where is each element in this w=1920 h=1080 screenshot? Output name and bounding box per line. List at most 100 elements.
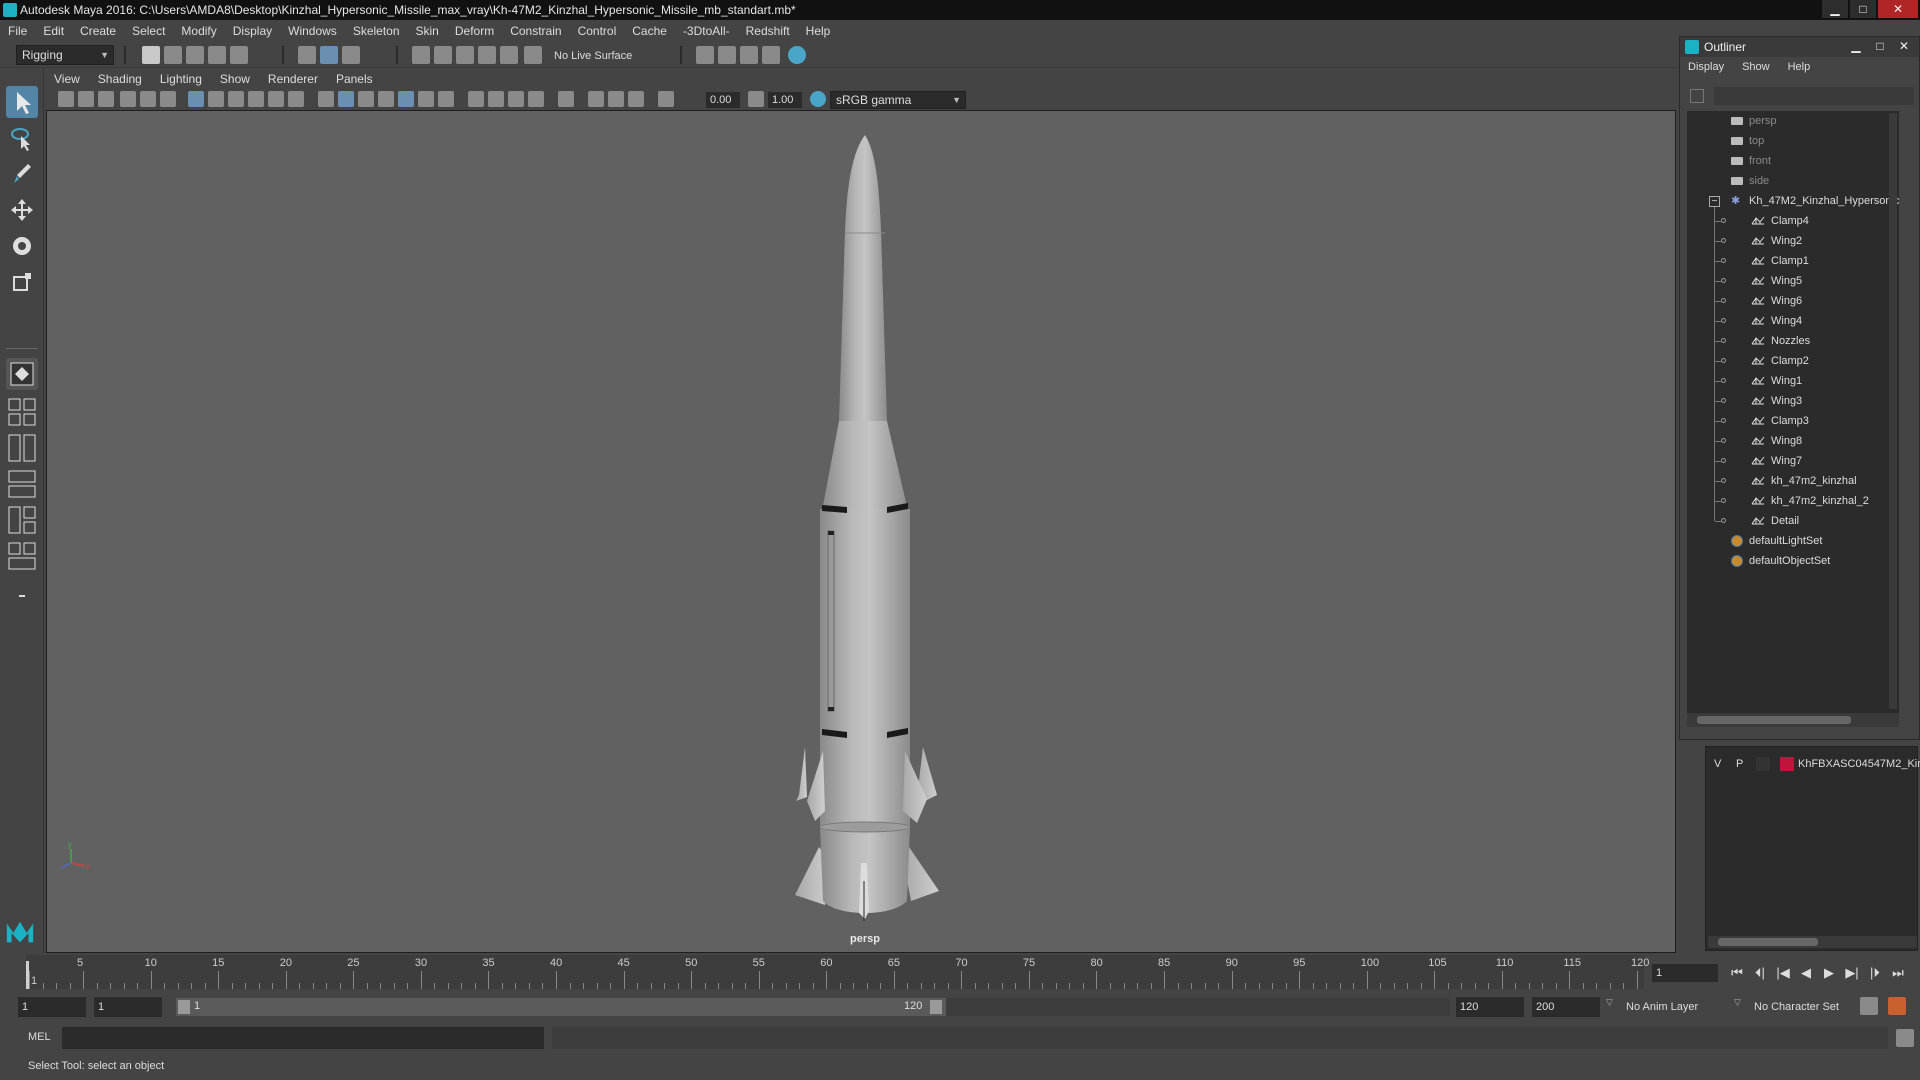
time-slider[interactable]: 1 5 10 15 20 25 30 35 40 45 50 55 60 65 70 75 80 85 90 95 10… bbox=[0, 953, 1920, 991]
step-back-key-icon[interactable]: ⏴| bbox=[1751, 964, 1769, 982]
anti-aliasing-icon[interactable] bbox=[508, 91, 524, 107]
select-by-hierarchy-icon[interactable] bbox=[298, 46, 316, 64]
xray-icon[interactable] bbox=[588, 91, 604, 107]
tree-item-mesh[interactable]: Detail bbox=[1751, 511, 1799, 531]
auto-key-icon[interactable] bbox=[1860, 997, 1878, 1015]
character-set-dropdown[interactable]: No Character Set bbox=[1750, 997, 1868, 1017]
outliner-maximize-button[interactable]: □ bbox=[1869, 38, 1891, 54]
tree-item-mesh[interactable]: Wing3 bbox=[1751, 391, 1802, 411]
open-scene-icon[interactable] bbox=[164, 46, 182, 64]
gamma-icon[interactable] bbox=[748, 91, 764, 107]
single-perspective-layout-icon[interactable] bbox=[6, 358, 38, 390]
tree-item-default-light-set[interactable]: defaultLightSet bbox=[1731, 531, 1822, 551]
grease-pencil-icon[interactable] bbox=[160, 91, 176, 107]
step-forward-frame-icon[interactable]: ▶| bbox=[1843, 964, 1861, 982]
menu-redshift[interactable]: Redshift bbox=[746, 24, 790, 38]
ipr-render-icon[interactable] bbox=[740, 46, 758, 64]
make-live-icon[interactable] bbox=[524, 46, 542, 64]
menu-create[interactable]: Create bbox=[80, 24, 116, 38]
playback-end-field[interactable]: 120 bbox=[1456, 997, 1524, 1017]
textured-icon[interactable] bbox=[398, 91, 414, 107]
motion-blur-icon[interactable] bbox=[488, 91, 504, 107]
play-forward-icon[interactable]: ▶ bbox=[1820, 964, 1838, 982]
menu-help[interactable]: Help bbox=[806, 24, 831, 38]
persp-graph-layout-icon[interactable] bbox=[6, 468, 38, 500]
paint-select-tool-icon[interactable] bbox=[6, 158, 38, 190]
scrollbar-thumb[interactable] bbox=[1697, 716, 1851, 724]
select-by-object-icon[interactable] bbox=[320, 46, 338, 64]
tree-item-mesh[interactable]: Nozzles bbox=[1751, 331, 1810, 351]
snap-point-icon[interactable] bbox=[456, 46, 474, 64]
tree-item-default-object-set[interactable]: defaultObjectSet bbox=[1731, 551, 1830, 571]
menu-modify[interactable]: Modify bbox=[181, 24, 216, 38]
scrollbar-thumb[interactable] bbox=[1718, 938, 1818, 946]
color-management-icon[interactable] bbox=[810, 91, 826, 107]
timeline-track[interactable]: 1 5 10 15 20 25 30 35 40 45 50 55 60 65 70 75 80 85 90 95 10… bbox=[26, 955, 1649, 989]
persp-outliner-layout-icon[interactable] bbox=[6, 432, 38, 464]
tree-item-mesh[interactable]: Clamp2 bbox=[1751, 351, 1809, 371]
snap-grid-icon[interactable] bbox=[412, 46, 430, 64]
scale-tool-icon[interactable] bbox=[6, 266, 38, 298]
save-scene-icon[interactable] bbox=[186, 46, 204, 64]
xray-joints-icon[interactable] bbox=[608, 91, 624, 107]
anim-layer-dropdown[interactable]: No Anim Layer bbox=[1622, 997, 1740, 1017]
tree-item-mesh[interactable]: Wing7 bbox=[1751, 451, 1802, 471]
tree-item-mesh[interactable]: kh_47m2_kinzhal bbox=[1751, 471, 1857, 491]
menu-select[interactable]: Select bbox=[132, 24, 165, 38]
end-time-field[interactable]: 200 bbox=[1532, 997, 1600, 1017]
panel-menu-view[interactable]: View bbox=[54, 72, 80, 86]
menu-deform[interactable]: Deform bbox=[455, 24, 494, 38]
exposure-icon[interactable] bbox=[658, 91, 674, 107]
outliner-menu-help[interactable]: Help bbox=[1788, 61, 1811, 73]
tree-item-side[interactable]: side bbox=[1731, 171, 1769, 191]
step-back-frame-icon[interactable]: |◀ bbox=[1774, 964, 1792, 982]
hypershade-icon[interactable] bbox=[788, 46, 806, 64]
playback-start-field[interactable]: 1 bbox=[94, 997, 162, 1017]
wireframe-on-shaded-icon[interactable] bbox=[378, 91, 394, 107]
go-to-end-icon[interactable]: ⏭ bbox=[1889, 964, 1907, 982]
camera-attributes-icon[interactable] bbox=[78, 91, 94, 107]
film-gate-icon[interactable] bbox=[208, 91, 224, 107]
select-by-component-icon[interactable] bbox=[342, 46, 360, 64]
custom-layout-icon[interactable] bbox=[6, 580, 38, 612]
menu-cache[interactable]: Cache bbox=[632, 24, 667, 38]
four-view-layout-icon[interactable] bbox=[6, 396, 38, 428]
xray-components-icon[interactable] bbox=[628, 91, 644, 107]
image-plane-icon[interactable] bbox=[120, 91, 136, 107]
gate-mask-icon[interactable] bbox=[248, 91, 264, 107]
tree-item-persp[interactable]: persp bbox=[1731, 111, 1777, 131]
script-editor-icon[interactable] bbox=[1896, 1029, 1914, 1047]
render-view-icon[interactable] bbox=[696, 46, 714, 64]
layer-type-toggle[interactable] bbox=[1756, 757, 1770, 771]
snap-curve-icon[interactable] bbox=[434, 46, 452, 64]
start-time-field[interactable]: 1 bbox=[18, 997, 86, 1017]
play-backward-icon[interactable]: ◀ bbox=[1797, 964, 1815, 982]
tree-item-root-group[interactable]: ✱ Kh_47M2_Kinzhal_Hypersonic bbox=[1731, 191, 1899, 211]
tree-item-mesh[interactable]: Wing4 bbox=[1751, 311, 1802, 331]
layer-color-swatch[interactable] bbox=[1780, 757, 1794, 771]
field-chart-icon[interactable] bbox=[268, 91, 284, 107]
snap-live-icon[interactable] bbox=[500, 46, 518, 64]
safe-action-icon[interactable] bbox=[288, 91, 304, 107]
tree-item-mesh[interactable]: Clamp3 bbox=[1751, 411, 1809, 431]
layer-visibility-toggle[interactable]: V bbox=[1714, 758, 1721, 770]
tree-item-mesh[interactable]: kh_47m2_kinzhal_2 bbox=[1751, 491, 1869, 511]
tree-item-mesh[interactable]: Wing1 bbox=[1751, 371, 1802, 391]
menu-edit[interactable]: Edit bbox=[43, 24, 64, 38]
tree-item-mesh[interactable]: Wing2 bbox=[1751, 231, 1802, 251]
outliner-close-button[interactable]: ✕ bbox=[1893, 38, 1915, 54]
exposure-field[interactable]: 0.00 bbox=[706, 92, 740, 108]
collapse-toggle[interactable]: − bbox=[1709, 196, 1720, 207]
menu-control[interactable]: Control bbox=[578, 24, 617, 38]
animation-preferences-icon[interactable] bbox=[1888, 997, 1906, 1015]
use-all-lights-icon[interactable] bbox=[418, 91, 434, 107]
range-start-handle[interactable] bbox=[178, 1000, 190, 1014]
current-time-marker[interactable] bbox=[26, 961, 29, 989]
panel-menu-lighting[interactable]: Lighting bbox=[160, 72, 202, 86]
resolution-gate-icon[interactable] bbox=[228, 91, 244, 107]
menu-skin[interactable]: Skin bbox=[416, 24, 439, 38]
layer-playback-toggle[interactable]: P bbox=[1736, 758, 1743, 770]
tree-item-front[interactable]: front bbox=[1731, 151, 1771, 171]
range-end-handle[interactable] bbox=[930, 1000, 942, 1014]
screen-space-ao-icon[interactable] bbox=[468, 91, 484, 107]
